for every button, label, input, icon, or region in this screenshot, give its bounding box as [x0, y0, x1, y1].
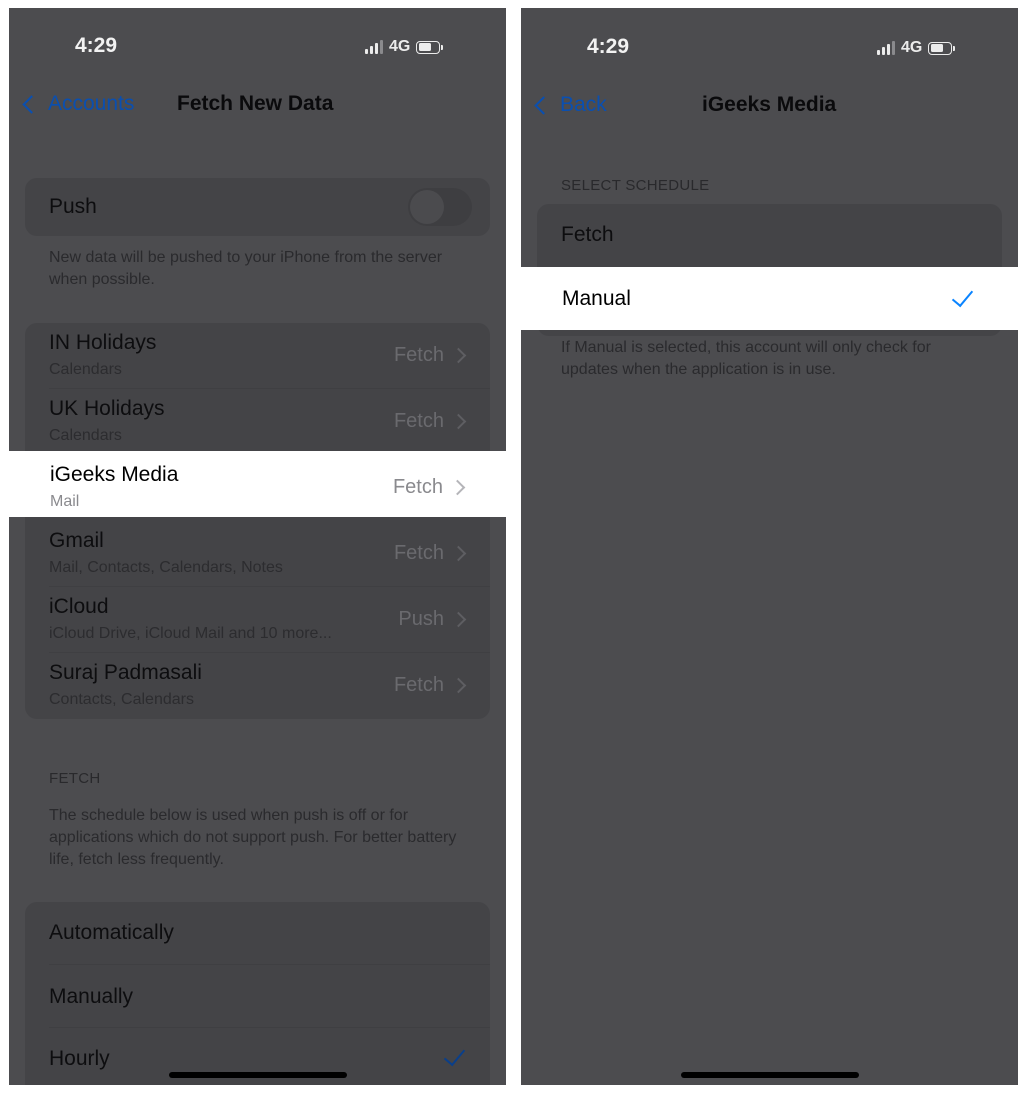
schedule-option-manual[interactable]: Manual — [521, 267, 1018, 330]
right-screen: 4:29 4G Back iGeeks Media SELECT SCHEDUL… — [521, 8, 1018, 1085]
account-subtitle: Calendars — [49, 361, 122, 378]
account-fetch-value: Push — [398, 608, 444, 630]
fetch-header: FETCH — [49, 770, 101, 787]
account-fetch-value: Fetch — [393, 344, 444, 366]
account-fetch-value: Fetch — [393, 542, 444, 564]
battery-icon — [928, 41, 956, 55]
status-time: 4:29 — [587, 35, 630, 58]
back-button[interactable]: Back — [533, 93, 607, 117]
account-row-icloud[interactable]: iCloud iCloud Drive, iCloud Mail and 10 … — [25, 587, 490, 653]
signal-icon — [877, 41, 895, 55]
signal-icon — [365, 40, 383, 54]
chevron-right-icon — [450, 677, 467, 694]
fetch-option-automatically[interactable]: Automatically — [25, 902, 490, 965]
checkmark-icon — [951, 284, 974, 308]
push-group: Push — [25, 178, 490, 236]
fetch-footnote: The schedule below is used when push is … — [49, 807, 457, 868]
option-label: Fetch — [561, 223, 614, 246]
status-time: 4:29 — [75, 34, 118, 57]
chevron-right-icon — [450, 413, 467, 430]
option-label: Hourly — [49, 1047, 110, 1070]
fetch-option-manually[interactable]: Manually — [25, 965, 490, 1028]
chevron-right-icon — [450, 611, 467, 628]
chevron-left-icon — [534, 95, 553, 115]
account-subtitle: iCloud Drive, iCloud Mail and 10 more... — [49, 625, 332, 642]
account-fetch-value: Fetch — [393, 674, 444, 696]
account-subtitle: Mail, Contacts, Calendars, Notes — [49, 559, 283, 576]
chevron-right-icon — [450, 347, 467, 364]
chevron-right-icon — [450, 545, 467, 562]
checkmark-icon — [443, 1043, 466, 1067]
account-row-in-holidays[interactable]: IN Holidays Calendars Fetch — [25, 323, 490, 389]
account-row-igeeks-media[interactable]: iGeeks Media Mail Fetch — [9, 451, 506, 517]
back-button-label: Accounts — [48, 92, 135, 115]
network-label: 4G — [901, 39, 923, 56]
back-button[interactable]: Accounts — [21, 92, 134, 116]
battery-icon — [416, 40, 444, 54]
option-label: Manually — [49, 985, 134, 1008]
option-label: Manual — [562, 287, 631, 310]
toggle-knob — [410, 190, 444, 224]
chevron-left-icon — [22, 94, 41, 114]
home-indicator — [681, 1072, 859, 1078]
page-title: iGeeks Media — [702, 93, 837, 116]
account-name: UK Holidays — [49, 397, 165, 420]
account-name: IN Holidays — [49, 331, 157, 354]
fetch-options-group: Automatically Manually Hourly — [25, 902, 490, 1085]
account-name: iGeeks Media — [50, 463, 179, 486]
network-label: 4G — [389, 38, 411, 55]
home-indicator — [169, 1072, 347, 1078]
schedule-option-fetch[interactable]: Fetch — [537, 204, 1002, 266]
left-screen: 4:29 4G Accounts Fetch New Data Push New… — [9, 8, 506, 1085]
status-indicators: 4G — [365, 38, 444, 56]
status-indicators: 4G — [877, 39, 956, 57]
schedule-footnote: If Manual is selected, this account will… — [561, 339, 931, 378]
accounts-group: IN Holidays Calendars Fetch UK Holidays … — [25, 323, 490, 719]
account-row-suraj-padmasali[interactable]: Suraj Padmasali Contacts, Calendars Fetc… — [25, 653, 490, 719]
account-name: iCloud — [49, 595, 109, 618]
push-toggle[interactable] — [408, 188, 472, 226]
account-row-gmail[interactable]: Gmail Mail, Contacts, Calendars, Notes F… — [25, 521, 490, 587]
schedule-header: SELECT SCHEDULE — [561, 177, 710, 194]
account-name: Gmail — [49, 529, 104, 552]
account-subtitle: Mail — [50, 493, 80, 510]
account-subtitle: Contacts, Calendars — [49, 691, 194, 708]
account-fetch-value: Fetch — [392, 476, 443, 498]
page-title: Fetch New Data — [177, 92, 334, 115]
account-row-uk-holidays[interactable]: UK Holidays Calendars Fetch — [25, 389, 490, 455]
push-footnote: New data will be pushed to your iPhone f… — [49, 249, 443, 288]
account-name: Suraj Padmasali — [49, 661, 202, 684]
chevron-right-icon — [449, 479, 466, 496]
option-label: Automatically — [49, 921, 174, 944]
push-label: Push — [49, 195, 97, 218]
account-subtitle: Calendars — [49, 427, 122, 444]
back-button-label: Back — [560, 93, 607, 116]
account-fetch-value: Fetch — [393, 410, 444, 432]
